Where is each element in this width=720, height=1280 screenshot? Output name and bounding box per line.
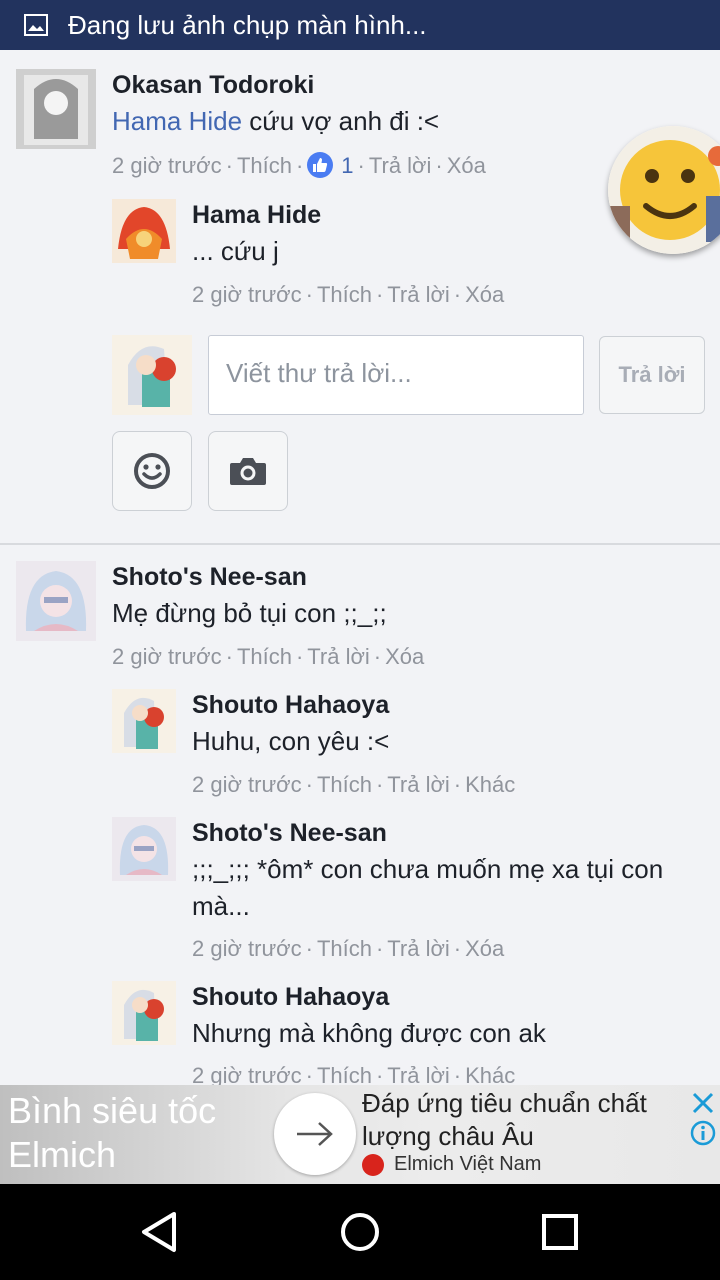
like-count[interactable]: 1 <box>341 153 353 178</box>
reply-input[interactable]: Viết thư trả lời... <box>208 335 584 415</box>
comment-meta: 2 giờ trước · Thích · Trả lời · Khác <box>192 772 516 797</box>
comment-author[interactable]: Hama Hide <box>192 201 321 230</box>
avatar[interactable] <box>16 561 96 641</box>
comment-text: Mẹ đừng bỏ tụi con ;;_;; <box>112 598 387 628</box>
avatar[interactable] <box>112 199 176 263</box>
avatar[interactable] <box>112 817 176 881</box>
brand-logo-icon <box>362 1153 384 1176</box>
ad-description[interactable]: Đáp ứng tiêu chuẩn chất lượng châu Âu <box>362 1087 682 1153</box>
smiley-icon <box>134 453 170 489</box>
thumbs-up-icon <box>307 152 334 178</box>
delete-link[interactable]: Xóa <box>447 153 486 178</box>
ad-brand[interactable]: Elmich Việt Nam <box>362 1153 541 1176</box>
comment-author[interactable]: Shoto's Nee-san <box>192 819 387 848</box>
comment-text: Huhu, con yêu :< <box>192 726 390 756</box>
navigation-bar <box>0 1184 720 1280</box>
camera-button[interactable] <box>208 431 288 511</box>
comment-author[interactable]: Shouto Hahaoya <box>192 983 389 1012</box>
like-link[interactable]: Thích <box>237 644 292 669</box>
comment-author[interactable]: Shouto Hahaoya <box>192 691 389 720</box>
chat-head[interactable] <box>608 126 720 254</box>
comment-text: ... cứu j <box>192 236 279 266</box>
camera-icon <box>230 458 266 485</box>
comment-text: Nhưng mà không được con ak <box>192 1018 546 1048</box>
more-link[interactable]: Khác <box>465 772 515 797</box>
emoji-button[interactable] <box>112 431 192 511</box>
ad-banner[interactable]: Bình siêu tốc Elmich Đáp ứng tiêu chuẩn … <box>0 1085 720 1184</box>
close-icon[interactable] <box>690 1090 716 1116</box>
status-text: Đang lưu ảnh chụp màn hình... <box>68 9 427 40</box>
comment-meta: 2 giờ trước · Thích · 1 · Trả lời · Xóa <box>112 152 486 178</box>
delete-link[interactable]: Xóa <box>385 644 424 669</box>
reply-link[interactable]: Trả lời <box>369 153 432 178</box>
like-link[interactable]: Thích <box>317 936 372 961</box>
image-icon <box>24 14 48 36</box>
comment-text: Hama Hide cứu vợ anh đi :< <box>112 106 440 136</box>
reply-link[interactable]: Trả lời <box>307 644 370 669</box>
like-link[interactable]: Thích <box>317 772 372 797</box>
like-link[interactable]: Thích <box>317 282 372 307</box>
divider <box>0 543 720 545</box>
home-icon[interactable] <box>336 1208 384 1256</box>
avatar[interactable] <box>16 69 96 149</box>
comment-meta: 2 giờ trước · Thích · Trả lời · Xóa <box>192 936 505 961</box>
comment-text: ;;;_;;; *ôm* con chưa muốn mẹ xa tụi con… <box>192 854 664 921</box>
ad-title[interactable]: Bình siêu tốc Elmich <box>8 1089 268 1177</box>
delete-link[interactable]: Xóa <box>465 282 504 307</box>
arrow-right-icon[interactable] <box>274 1093 356 1175</box>
delete-link[interactable]: Xóa <box>465 936 504 961</box>
mention-link[interactable]: Hama Hide <box>112 106 242 136</box>
avatar[interactable] <box>112 689 176 753</box>
reply-link[interactable]: Trả lời <box>387 772 450 797</box>
reply-link[interactable]: Trả lời <box>387 936 450 961</box>
reply-link[interactable]: Trả lời <box>387 282 450 307</box>
recents-icon[interactable] <box>536 1208 584 1256</box>
comment-meta: 2 giờ trước · Thích · Trả lời · Xóa <box>112 644 425 669</box>
like-link[interactable]: Thích <box>237 153 292 178</box>
avatar[interactable] <box>112 981 176 1045</box>
avatar <box>112 335 192 415</box>
info-icon[interactable] <box>690 1120 716 1146</box>
comment-meta: 2 giờ trước · Thích · Trả lời · Xóa <box>192 282 505 307</box>
comment-author[interactable]: Shoto's Nee-san <box>112 563 307 592</box>
status-bar: Đang lưu ảnh chụp màn hình... <box>0 0 720 50</box>
back-icon[interactable] <box>136 1208 184 1256</box>
reply-submit-button[interactable]: Trả lời <box>599 336 705 414</box>
comment-author[interactable]: Okasan Todoroki <box>112 71 314 100</box>
